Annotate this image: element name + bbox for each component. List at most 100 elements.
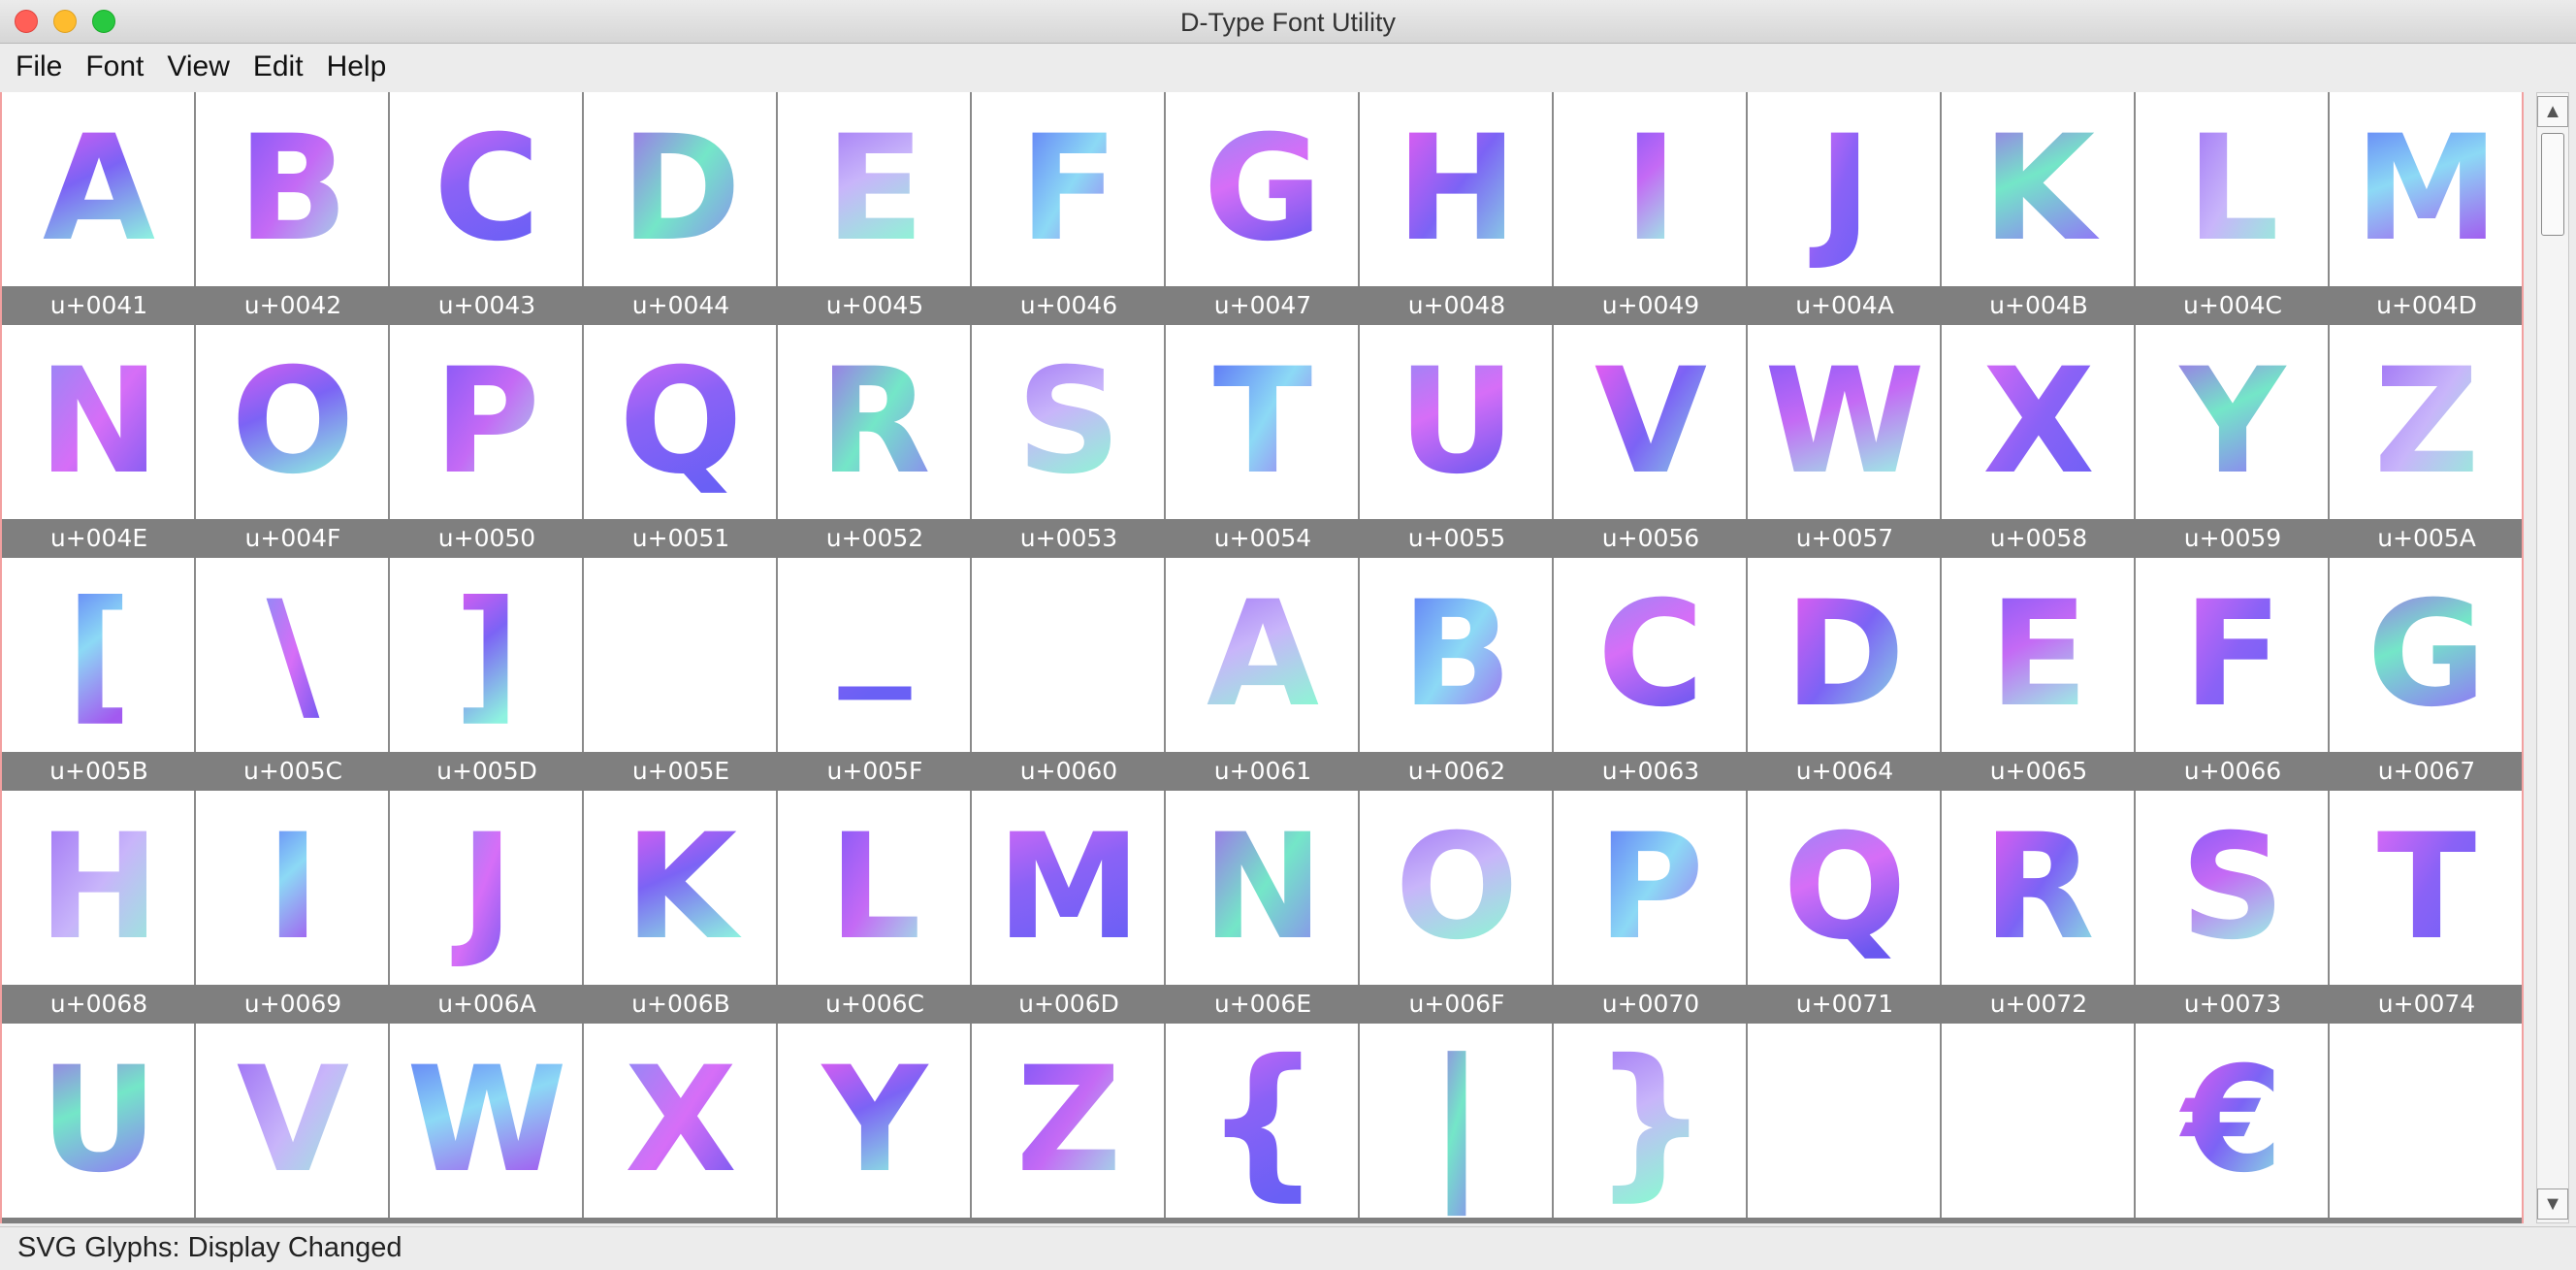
glyph-cell[interactable]: Cu+0043 [390, 92, 584, 325]
glyph-cell[interactable]: Nu+004E [2, 325, 196, 558]
glyph-preview[interactable] [584, 558, 778, 752]
glyph-cell[interactable]: Ou+006F [1360, 791, 1554, 1024]
glyph-cell[interactable]: Qu+0071 [1748, 791, 1942, 1024]
glyph-cell[interactable]: } [1554, 1024, 1748, 1223]
glyph-preview[interactable]: ] [390, 558, 584, 752]
menu-edit[interactable]: Edit [245, 50, 311, 83]
glyph-preview[interactable]: G [2330, 558, 2522, 752]
glyph-preview[interactable]: Y [778, 1024, 972, 1218]
glyph-preview[interactable]: M [2330, 92, 2522, 286]
glyph-preview[interactable]: S [972, 325, 1166, 519]
glyph-cell[interactable] [2330, 1024, 2522, 1223]
glyph-cell[interactable]: Bu+0042 [196, 92, 390, 325]
glyph-preview[interactable]: E [1942, 558, 2136, 752]
glyph-preview[interactable]: \ [196, 558, 390, 752]
glyph-preview[interactable]: U [2, 1024, 196, 1218]
scroll-down-arrow-icon[interactable]: ▼ [2537, 1189, 2568, 1220]
glyph-cell[interactable]: Hu+0068 [2, 791, 196, 1024]
glyph-preview[interactable]: H [2, 791, 196, 985]
glyph-preview[interactable]: O [196, 325, 390, 519]
glyph-cell[interactable]: Qu+0051 [584, 325, 778, 558]
glyph-preview[interactable]: Z [972, 1024, 1166, 1218]
glyph-preview[interactable]: R [1942, 791, 2136, 985]
glyph-cell[interactable]: Ku+006B [584, 791, 778, 1024]
glyph-preview[interactable]: W [390, 1024, 584, 1218]
glyph-cell[interactable]: [u+005B [2, 558, 196, 791]
glyph-cell[interactable]: u+0060 [972, 558, 1166, 791]
glyph-cell[interactable]: U [2, 1024, 196, 1223]
glyph-cell[interactable]: Du+0044 [584, 92, 778, 325]
glyph-cell[interactable]: Zu+005A [2330, 325, 2522, 558]
glyph-preview[interactable]: R [778, 325, 972, 519]
glyph-preview[interactable]: X [1942, 325, 2136, 519]
glyph-preview[interactable]: K [584, 791, 778, 985]
glyph-cell[interactable] [1942, 1024, 2136, 1223]
glyph-preview[interactable]: _ [778, 558, 972, 752]
glyph-preview[interactable]: P [1554, 791, 1748, 985]
glyph-preview[interactable]: I [1554, 92, 1748, 286]
vertical-scrollbar[interactable]: ▲ ▼ [2529, 92, 2576, 1223]
glyph-cell[interactable]: Iu+0069 [196, 791, 390, 1024]
menu-font[interactable]: Font [78, 50, 151, 83]
glyph-cell[interactable]: Ru+0052 [778, 325, 972, 558]
glyph-cell[interactable]: € [2136, 1024, 2330, 1223]
glyph-cell[interactable]: | [1360, 1024, 1554, 1223]
glyph-preview[interactable] [1942, 1024, 2136, 1218]
scrollbar-thumb[interactable] [2541, 133, 2564, 236]
glyph-cell[interactable]: Du+0064 [1748, 558, 1942, 791]
glyph-preview[interactable] [972, 558, 1166, 752]
glyph-cell[interactable]: Fu+0046 [972, 92, 1166, 325]
glyph-cell[interactable]: Ru+0072 [1942, 791, 2136, 1024]
glyph-preview[interactable]: U [1360, 325, 1554, 519]
glyph-preview[interactable]: T [2330, 791, 2522, 985]
glyph-preview[interactable]: L [2136, 92, 2330, 286]
glyph-preview[interactable]: D [584, 92, 778, 286]
glyph-preview[interactable]: O [1360, 791, 1554, 985]
glyph-cell[interactable] [1748, 1024, 1942, 1223]
glyph-preview[interactable]: J [1748, 92, 1942, 286]
glyph-cell[interactable]: Ju+006A [390, 791, 584, 1024]
glyph-preview[interactable]: M [972, 791, 1166, 985]
glyph-preview[interactable]: A [2, 92, 196, 286]
glyph-cell[interactable]: Lu+004C [2136, 92, 2330, 325]
glyph-preview[interactable]: B [196, 92, 390, 286]
glyph-preview[interactable]: N [2, 325, 196, 519]
glyph-preview[interactable]: K [1942, 92, 2136, 286]
glyph-preview[interactable]: F [972, 92, 1166, 286]
glyph-cell[interactable]: Mu+006D [972, 791, 1166, 1024]
glyph-preview[interactable]: { [1166, 1024, 1360, 1218]
glyph-preview[interactable]: C [390, 92, 584, 286]
glyph-cell[interactable]: Pu+0050 [390, 325, 584, 558]
glyph-cell[interactable]: Ou+004F [196, 325, 390, 558]
glyph-cell[interactable]: Ju+004A [1748, 92, 1942, 325]
glyph-preview[interactable]: V [1554, 325, 1748, 519]
glyph-preview[interactable]: Q [584, 325, 778, 519]
glyph-cell[interactable]: Su+0053 [972, 325, 1166, 558]
glyph-cell[interactable]: Wu+0057 [1748, 325, 1942, 558]
glyph-cell[interactable]: Hu+0048 [1360, 92, 1554, 325]
glyph-cell[interactable]: Uu+0055 [1360, 325, 1554, 558]
glyph-preview[interactable]: Q [1748, 791, 1942, 985]
glyph-cell[interactable]: Bu+0062 [1360, 558, 1554, 791]
glyph-preview[interactable]: G [1166, 92, 1360, 286]
glyph-cell[interactable]: Fu+0066 [2136, 558, 2330, 791]
glyph-preview[interactable]: H [1360, 92, 1554, 286]
glyph-preview[interactable]: N [1166, 791, 1360, 985]
scroll-up-arrow-icon[interactable]: ▲ [2537, 96, 2568, 127]
glyph-cell[interactable]: Lu+006C [778, 791, 972, 1024]
glyph-preview[interactable]: D [1748, 558, 1942, 752]
menu-view[interactable]: View [159, 50, 237, 83]
glyph-preview[interactable]: [ [2, 558, 196, 752]
glyph-cell[interactable]: Gu+0067 [2330, 558, 2522, 791]
glyph-preview[interactable]: J [390, 791, 584, 985]
glyph-preview[interactable]: V [196, 1024, 390, 1218]
glyph-cell[interactable]: Cu+0063 [1554, 558, 1748, 791]
glyph-cell[interactable]: W [390, 1024, 584, 1223]
glyph-preview[interactable]: Z [2330, 325, 2522, 519]
glyph-preview[interactable] [2330, 1024, 2522, 1218]
glyph-preview[interactable]: Y [2136, 325, 2330, 519]
glyph-cell[interactable]: Mu+004D [2330, 92, 2522, 325]
glyph-cell[interactable]: V [196, 1024, 390, 1223]
scrollbar-track[interactable] [2536, 92, 2569, 1223]
menu-help[interactable]: Help [319, 50, 395, 83]
